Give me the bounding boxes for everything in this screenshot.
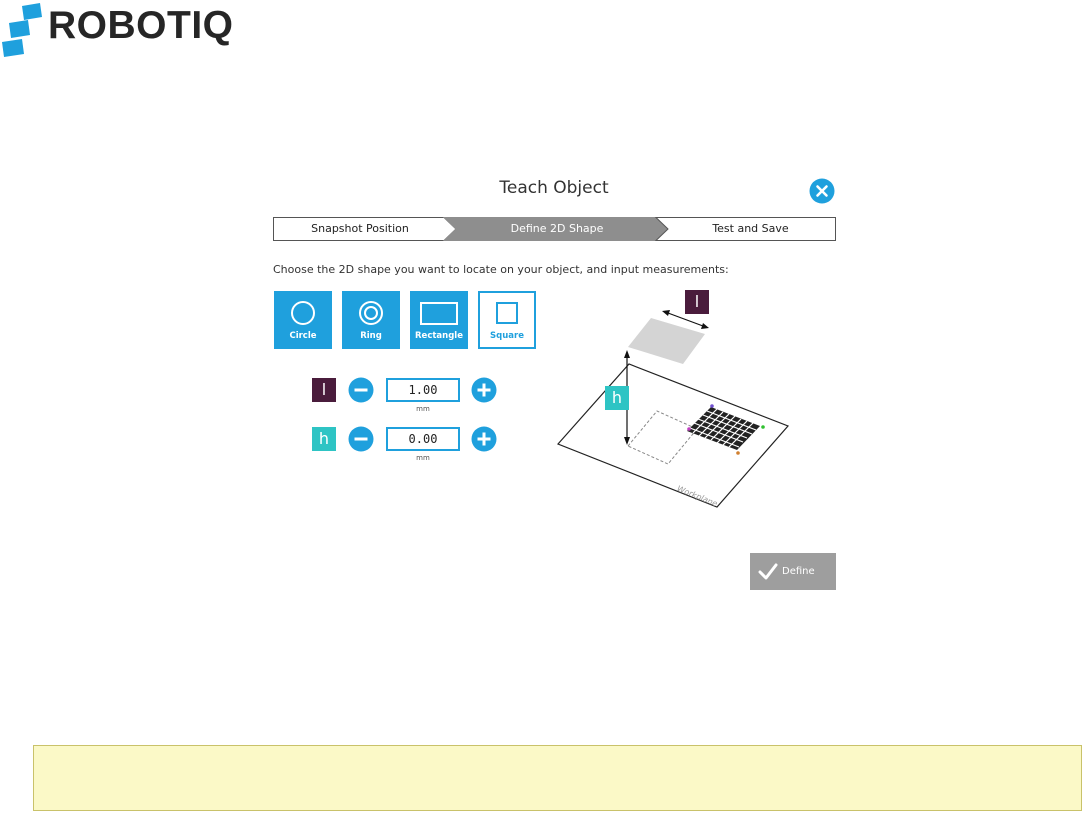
illustration-length-badge: l: [685, 290, 709, 314]
wizard-steps: Snapshot Position Define 2D Shape Test a…: [273, 217, 836, 241]
height-badge: h: [312, 427, 336, 451]
dialog-title: Teach Object: [499, 178, 609, 198]
height-input[interactable]: 0.00: [386, 427, 460, 451]
step-define-2d-shape[interactable]: Define 2D Shape: [453, 217, 661, 241]
circle-shape-button[interactable]: Circle: [274, 291, 332, 349]
rectangle-shape-button[interactable]: Rectangle: [410, 291, 468, 349]
close-icon[interactable]: [809, 178, 835, 204]
workplane-diagram: [556, 310, 790, 508]
length-badge: l: [312, 378, 336, 402]
length-unit: mm: [416, 405, 430, 413]
note-box: [33, 745, 1082, 811]
square-shape-button[interactable]: Square: [478, 291, 536, 349]
shape-illustration: l h Workplane: [555, 286, 795, 524]
robotiq-logo: ROBOTIQ: [0, 0, 260, 62]
illustration-height-badge: h: [605, 386, 629, 410]
square-shape-label: Square: [490, 331, 524, 341]
length-input[interactable]: 1.00: [386, 378, 460, 402]
define-button[interactable]: Define: [750, 553, 836, 590]
brand-name: ROBOTIQ: [48, 4, 234, 47]
ring-shape-button[interactable]: Ring: [342, 291, 400, 349]
decrease-height-button[interactable]: [348, 426, 374, 452]
height-unit: mm: [416, 454, 430, 462]
step-test-and-save[interactable]: Test and Save: [665, 217, 836, 241]
step-snapshot-position[interactable]: Snapshot Position: [273, 217, 447, 241]
rectangle-shape-label: Rectangle: [415, 331, 463, 341]
checkmark-icon: [758, 563, 778, 580]
increase-length-button[interactable]: [471, 377, 497, 403]
circle-shape-label: Circle: [289, 331, 317, 341]
decrease-length-button[interactable]: [348, 377, 374, 403]
define-button-label: Define: [782, 566, 815, 577]
instruction-text: Choose the 2D shape you want to locate o…: [273, 263, 729, 276]
increase-height-button[interactable]: [471, 426, 497, 452]
ring-shape-label: Ring: [360, 331, 382, 341]
robotiq-mark-icon: [2, 3, 42, 57]
